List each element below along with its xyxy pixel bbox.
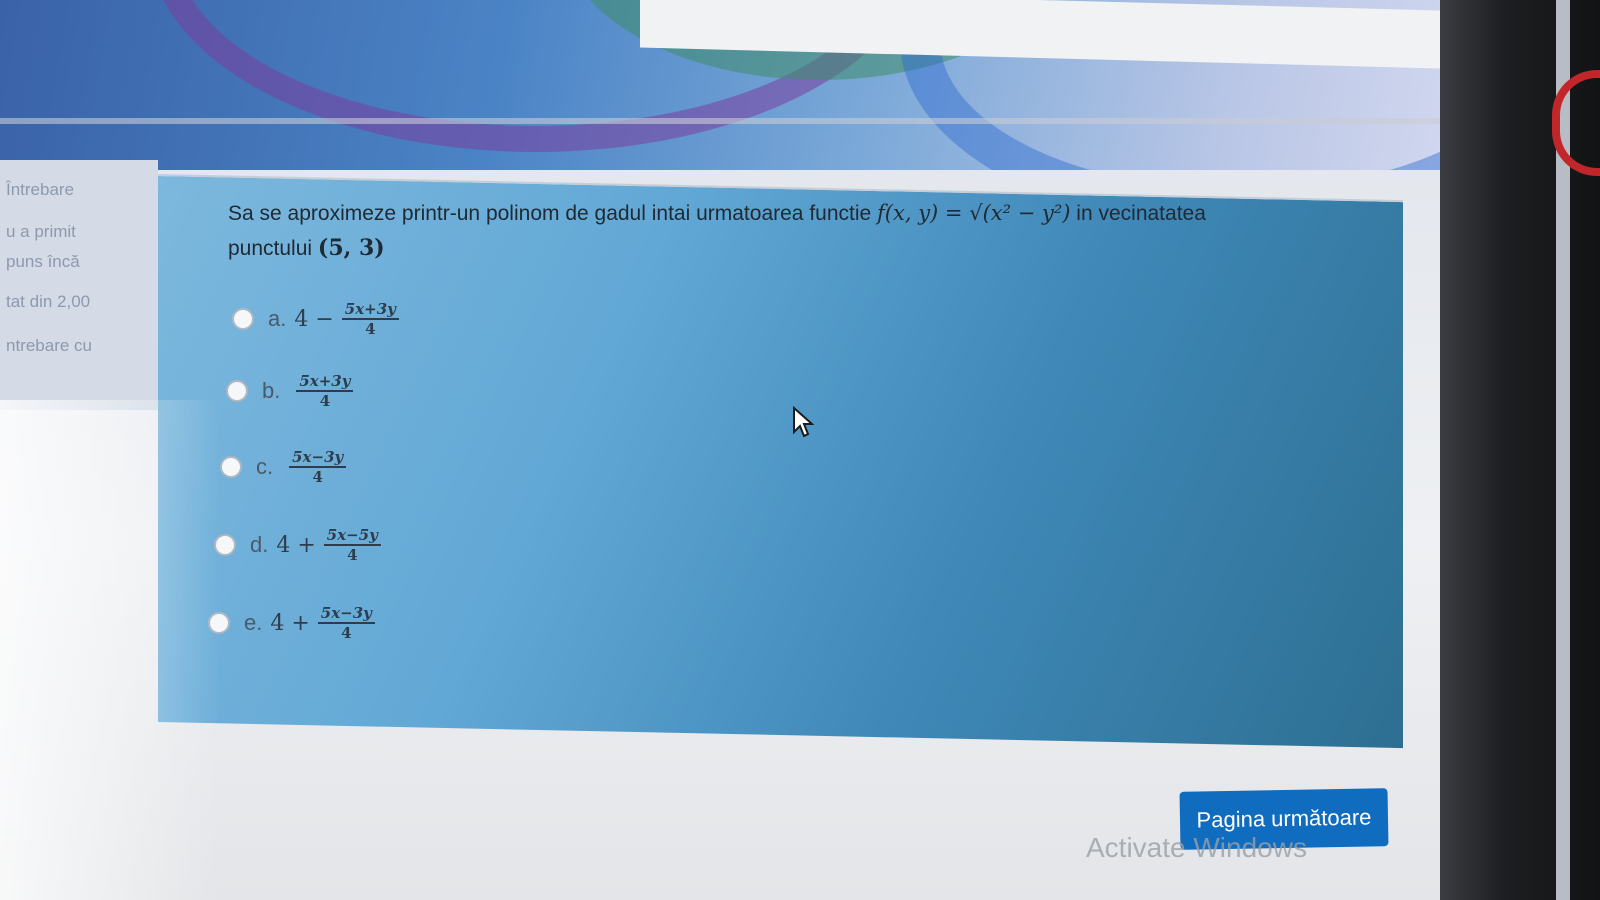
fraction: 5x+3y 4 xyxy=(341,300,399,338)
fraction-numerator: 5x−5y xyxy=(323,526,381,546)
option-letter: e. xyxy=(244,610,263,635)
divider xyxy=(0,118,1440,124)
option-letter: b. xyxy=(262,378,281,403)
question-info-panel: Întrebare u a primit puns încă tat din 2… xyxy=(0,160,158,410)
option-expression: 4 − 5x+3y 4 xyxy=(294,300,399,338)
option-prefix: 4 + xyxy=(270,610,310,636)
info-line: ntrebare cu xyxy=(6,336,92,355)
fraction: 5x−5y 4 xyxy=(323,526,381,564)
fraction-numerator: 5x+3y xyxy=(296,372,354,392)
question-point: (5, 3) xyxy=(317,235,385,261)
radio-button[interactable] xyxy=(226,380,248,402)
option-expression: 4 + 5x−5y 4 xyxy=(276,526,381,564)
screen-glare xyxy=(0,400,220,900)
option-letter: a. xyxy=(268,306,287,331)
quiz-page: Întrebare u a primit puns încă tat din 2… xyxy=(0,0,1600,900)
radio-button[interactable] xyxy=(232,308,254,330)
fraction-numerator: 5x−3y xyxy=(317,604,375,624)
fraction: 5x−3y 4 xyxy=(289,448,347,486)
mouse-cursor-icon xyxy=(793,406,814,438)
option-a[interactable]: a. 4 − 5x+3y 4 xyxy=(232,300,399,338)
option-d[interactable]: d. 4 + 5x−5y 4 xyxy=(214,526,381,564)
fraction-denominator: 4 xyxy=(341,624,352,642)
option-letter: d. xyxy=(250,532,269,557)
option-expression: 5x+3y 4 xyxy=(288,372,354,410)
option-prefix: 4 + xyxy=(276,532,316,558)
fraction-denominator: 4 xyxy=(312,468,323,486)
fraction-denominator: 4 xyxy=(347,546,358,564)
info-line: puns încă xyxy=(6,252,80,271)
fraction-numerator: 5x+3y xyxy=(341,300,399,320)
question-function: f(x, y) = √(x² − y²) xyxy=(877,201,1071,225)
option-letter: c. xyxy=(256,454,274,479)
question-text: Sa se aproximeze printr-un polinom de ga… xyxy=(228,196,1308,266)
fraction-numerator: 5x−3y xyxy=(289,448,347,468)
option-c[interactable]: c. 5x−3y 4 xyxy=(220,448,347,486)
fraction: 5x+3y 4 xyxy=(296,372,354,410)
question-stem-cont: in vecinatatea xyxy=(1076,202,1206,225)
info-line: tat din 2,00 xyxy=(6,292,91,311)
option-prefix: 4 − xyxy=(294,306,334,332)
option-e[interactable]: e. 4 + 5x−3y 4 xyxy=(208,604,375,642)
fraction-denominator: 4 xyxy=(365,320,376,338)
header-banner xyxy=(0,0,1440,170)
question-stem: Sa se aproximeze printr-un polinom de ga… xyxy=(228,202,872,225)
question-stem-point-label: punctului xyxy=(228,237,313,260)
info-line: u a primit xyxy=(6,222,76,241)
activate-windows-watermark: Activate Windows xyxy=(1086,832,1307,863)
fraction-denominator: 4 xyxy=(319,392,331,410)
option-expression: 4 + 5x−3y 4 xyxy=(270,604,375,642)
option-b[interactable]: b. 5x+3y 4 xyxy=(226,372,354,410)
fraction: 5x−3y 4 xyxy=(317,604,375,642)
radio-button[interactable] xyxy=(220,456,242,478)
option-expression: 5x−3y 4 xyxy=(281,448,347,486)
info-line: Întrebare xyxy=(6,180,75,199)
